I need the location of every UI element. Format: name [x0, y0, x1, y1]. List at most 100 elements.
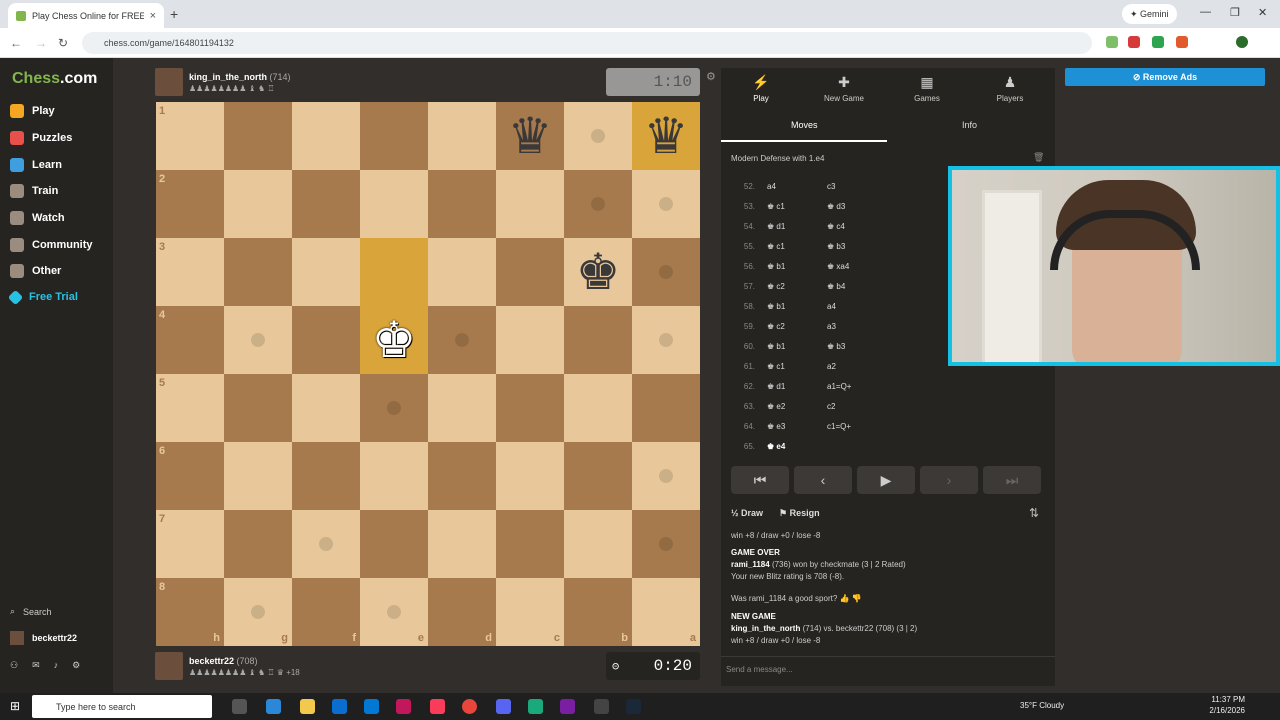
black-move[interactable]: ♚ b4: [827, 282, 907, 291]
board-square[interactable]: [292, 238, 360, 306]
board-square[interactable]: [292, 306, 360, 374]
black-move[interactable]: ♚ d3: [827, 202, 907, 211]
play-button[interactable]: ▶: [857, 466, 915, 494]
windows-start-icon[interactable]: ⊞: [10, 699, 20, 713]
move-hint-dot[interactable]: [591, 129, 605, 143]
board-square[interactable]: [496, 510, 564, 578]
sidebar-item-learn[interactable]: Learn: [10, 158, 62, 172]
restore-icon[interactable]: ❐: [1230, 6, 1240, 19]
white-move[interactable]: ♚ b1: [761, 342, 827, 351]
board-square[interactable]: [496, 374, 564, 442]
remove-ads-button[interactable]: ⊘ Remove Ads: [1065, 68, 1265, 86]
back-icon[interactable]: ←: [10, 36, 22, 50]
weather[interactable]: 35°F Cloudy: [1020, 701, 1064, 710]
store-icon[interactable]: [332, 699, 347, 714]
clock-time[interactable]: 11:37 PM: [1205, 695, 1245, 704]
board-square[interactable]: 1: [156, 102, 224, 170]
board-square[interactable]: [632, 238, 700, 306]
sidebar-item-watch[interactable]: Watch: [10, 211, 65, 225]
board-square[interactable]: [292, 510, 360, 578]
sidebar-item-free-trial[interactable]: Free Trial: [7, 289, 78, 305]
chess-logo[interactable]: Chess.com: [12, 70, 97, 88]
move-hint-dot[interactable]: [659, 469, 673, 483]
board-square[interactable]: [564, 102, 632, 170]
discord-icon[interactable]: [496, 699, 511, 714]
bottom-player-name[interactable]: beckettr22: [189, 656, 234, 666]
minimize-icon[interactable]: —: [1200, 6, 1211, 18]
board-square[interactable]: d: [428, 578, 496, 646]
outlook-icon[interactable]: [364, 699, 379, 714]
extension-icon[interactable]: [1152, 36, 1164, 48]
board-square[interactable]: [564, 442, 632, 510]
app-icon[interactable]: [594, 699, 609, 714]
top-player-name[interactable]: king_in_the_north: [189, 72, 267, 82]
board-square[interactable]: [360, 102, 428, 170]
board-square[interactable]: ♛: [496, 102, 564, 170]
board-square[interactable]: [428, 510, 496, 578]
board-square[interactable]: f: [292, 578, 360, 646]
move-hint-dot[interactable]: [659, 265, 673, 279]
app-icon[interactable]: [560, 699, 575, 714]
next-move-button[interactable]: ›: [920, 466, 978, 494]
white-move[interactable]: ♚ b1: [761, 302, 827, 311]
previous-move-button[interactable]: ‹: [794, 466, 852, 494]
close-window-icon[interactable]: ✕: [1258, 6, 1267, 19]
board-square[interactable]: 6: [156, 442, 224, 510]
board-square[interactable]: [224, 238, 292, 306]
black-move[interactable]: a2: [827, 362, 907, 371]
board-square[interactable]: ♚: [360, 306, 428, 374]
panel-tab-games[interactable]: ▦ Games: [887, 74, 967, 103]
board-square[interactable]: ♛: [632, 102, 700, 170]
extension-icon[interactable]: [1128, 36, 1140, 48]
board-square[interactable]: [632, 374, 700, 442]
thumbs-up-icon[interactable]: 👍: [840, 594, 850, 603]
first-move-button[interactable]: ⏮: [731, 466, 789, 494]
thumbs-down-icon[interactable]: 👎: [852, 594, 862, 603]
white-move[interactable]: ♚ d1: [761, 222, 827, 231]
black-move[interactable]: c2: [827, 402, 907, 411]
avatar[interactable]: [155, 652, 183, 680]
move-hint-dot[interactable]: [659, 333, 673, 347]
board-square[interactable]: [224, 442, 292, 510]
sidebar-item-puzzles[interactable]: Puzzles: [10, 131, 72, 145]
tab-info[interactable]: Info: [962, 120, 977, 130]
sidebar-item-train[interactable]: Train: [10, 184, 58, 198]
panel-tab-new-game[interactable]: ✚ New Game: [804, 74, 884, 103]
chat-input[interactable]: Send a message...: [721, 656, 1055, 684]
move-hint-dot[interactable]: [659, 537, 673, 551]
taskbar-search[interactable]: Type here to search: [32, 695, 212, 718]
black-king-piece[interactable]: ♚: [564, 238, 632, 306]
tab-moves[interactable]: Moves: [791, 120, 818, 130]
close-tab-icon[interactable]: ×: [150, 10, 156, 22]
board-square[interactable]: a: [632, 578, 700, 646]
black-queen-piece[interactable]: ♛: [496, 102, 564, 170]
browser-tab[interactable]: Play Chess Online for FREE ×: [8, 3, 164, 28]
move-hint-dot[interactable]: [659, 197, 673, 211]
music-icon[interactable]: [430, 699, 445, 714]
black-move[interactable]: ♚ xa4: [827, 262, 907, 271]
board-square[interactable]: [428, 238, 496, 306]
white-king-piece[interactable]: ♚: [360, 306, 428, 374]
url-field[interactable]: chess.com/game/164801194132: [82, 32, 1092, 54]
board-square[interactable]: [496, 306, 564, 374]
white-move[interactable]: ♚ c1: [761, 362, 827, 371]
black-move[interactable]: c3: [827, 182, 907, 191]
white-move[interactable]: ♚ e4: [761, 442, 827, 451]
sidebar-footer-icons[interactable]: ⚇✉♪⚙: [10, 660, 94, 671]
last-move-button[interactable]: ⏭: [983, 466, 1041, 494]
black-move[interactable]: ♚ c4: [827, 222, 907, 231]
white-move[interactable]: ♚ e3: [761, 422, 827, 431]
black-move[interactable]: c1=Q+: [827, 422, 907, 431]
avatar[interactable]: [155, 68, 183, 96]
board-square[interactable]: b: [564, 578, 632, 646]
white-move[interactable]: ♚ b1: [761, 262, 827, 271]
task-view-icon[interactable]: [232, 699, 247, 714]
board-square[interactable]: [496, 170, 564, 238]
board-square[interactable]: [632, 442, 700, 510]
board-square[interactable]: c: [496, 578, 564, 646]
board-square[interactable]: g: [224, 578, 292, 646]
move-hint-dot[interactable]: [251, 333, 265, 347]
board-square[interactable]: [428, 102, 496, 170]
board-square[interactable]: e: [360, 578, 428, 646]
sidebar-item-community[interactable]: Community: [10, 238, 93, 252]
